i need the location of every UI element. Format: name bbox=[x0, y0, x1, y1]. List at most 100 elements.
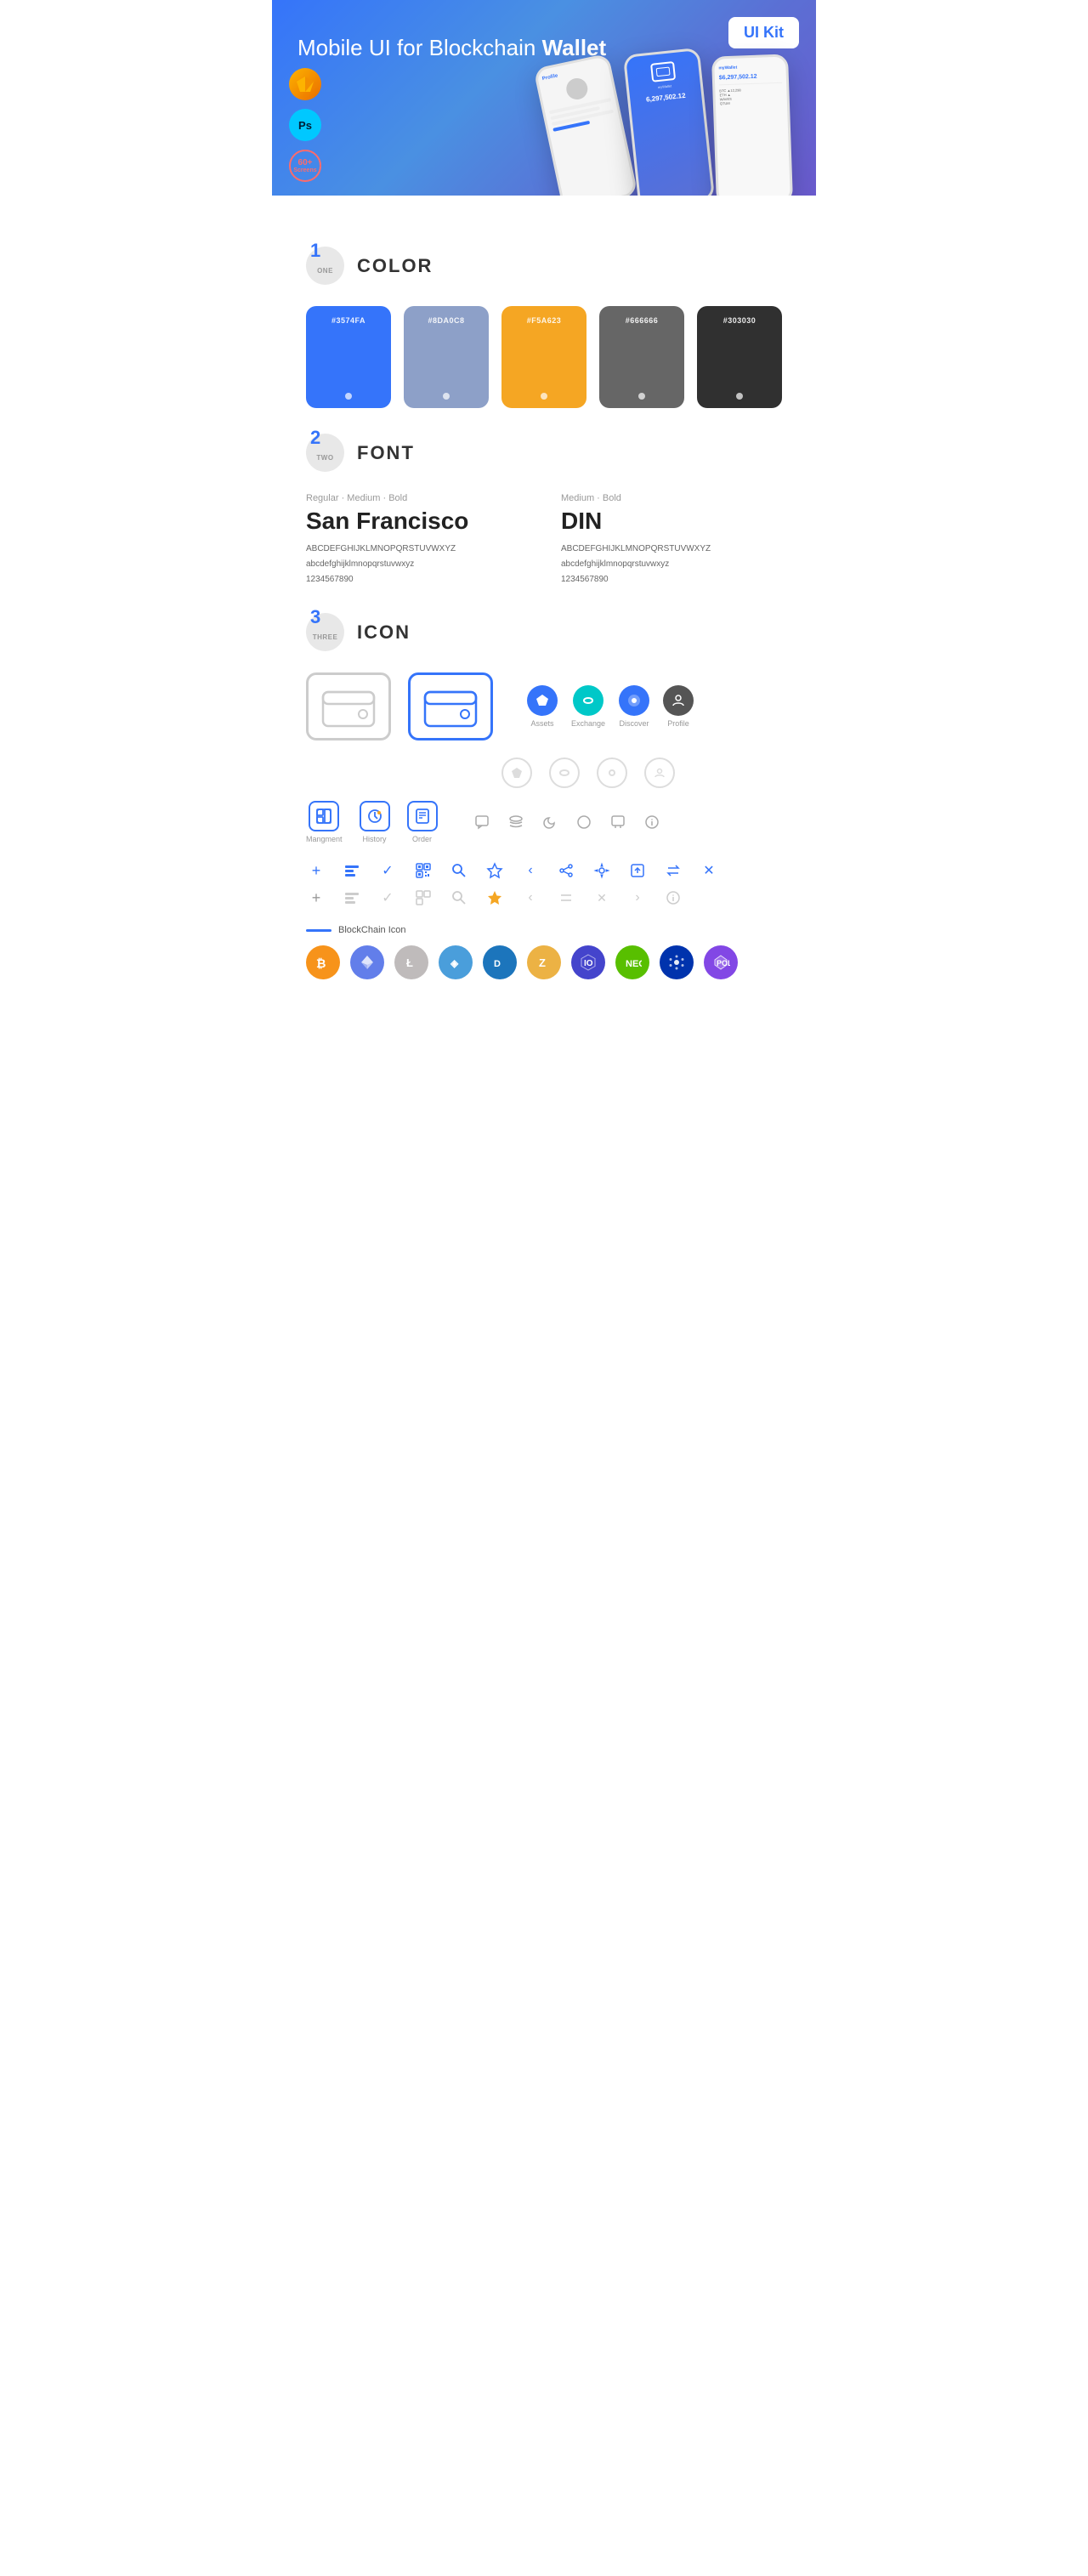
blockchain-label-text: BlockChain Icon bbox=[338, 925, 406, 935]
svg-text:₿: ₿ bbox=[316, 956, 326, 970]
phone-mockup-right: myWallet $6,297,502.12 BTC ▲12,298 ETH ▲… bbox=[711, 54, 793, 196]
order-icon bbox=[407, 801, 438, 831]
swap-icon bbox=[663, 860, 683, 881]
check-icon: ✓ bbox=[377, 860, 398, 881]
discover-label: Discover bbox=[620, 719, 649, 728]
dash-icon: D bbox=[483, 945, 517, 979]
blockchain-line-decoration bbox=[306, 929, 332, 932]
chat-icon bbox=[472, 812, 492, 832]
din-name: DIN bbox=[561, 508, 782, 535]
search-icon bbox=[449, 860, 469, 881]
assets-icon-group: Assets bbox=[527, 685, 558, 728]
main-content: 1 ONE COLOR #3574FA #8DA0C8 #F5A623 #666… bbox=[272, 196, 816, 1005]
ada-icon bbox=[660, 945, 694, 979]
section-1-number: 1 bbox=[310, 240, 320, 262]
color-swatch-steel: #8DA0C8 bbox=[404, 306, 489, 408]
tool-icons-row-2: + ✓ ‹ bbox=[306, 888, 782, 908]
color-swatch-dark: #303030 bbox=[697, 306, 782, 408]
bottom-nav-icons-row: Mangment History Order bbox=[306, 801, 782, 843]
exchange-icon bbox=[573, 685, 604, 716]
discover-icon bbox=[619, 685, 649, 716]
photoshop-icon: Ps bbox=[289, 109, 321, 141]
sf-chars: ABCDEFGHIJKLMNOPQRSTUVWXYZ abcdefghijklm… bbox=[306, 542, 527, 587]
ghost-nav-icons-row bbox=[502, 757, 782, 788]
svg-text:D: D bbox=[494, 959, 501, 969]
layers-icon bbox=[506, 812, 526, 832]
iota-icon: IO bbox=[571, 945, 605, 979]
profile-icon bbox=[663, 685, 694, 716]
section-2-circle: 2 TWO bbox=[306, 434, 344, 472]
moon-icon bbox=[540, 812, 560, 832]
hero-title-text: Mobile UI for Blockchain bbox=[298, 35, 542, 60]
blockchain-section: BlockChain Icon ₿ Ł bbox=[306, 925, 782, 979]
star-filled-icon bbox=[484, 888, 505, 908]
info-ghost-icon bbox=[663, 888, 683, 908]
din-chars: ABCDEFGHIJKLMNOPQRSTUVWXYZ abcdefghijklm… bbox=[561, 542, 782, 587]
ltc-icon: Ł bbox=[394, 945, 428, 979]
eth-icon bbox=[350, 945, 384, 979]
plus-icon: + bbox=[306, 860, 326, 881]
hero-section: Mobile UI for Blockchain Wallet UI Kit P… bbox=[272, 0, 816, 196]
close-icon: ✕ bbox=[699, 860, 719, 881]
discover-icon-group: Discover bbox=[619, 685, 649, 728]
section-2-title: FONT bbox=[357, 442, 415, 464]
order-icon-group: Order bbox=[407, 801, 438, 843]
font-sf: Regular · Medium · Bold San Francisco AB… bbox=[306, 493, 527, 587]
section-3-circle: 3 THREE bbox=[306, 613, 344, 651]
ghost-assets-icon bbox=[502, 757, 532, 788]
misc-icons-group bbox=[472, 812, 662, 832]
section-1-text: ONE bbox=[317, 267, 333, 275]
section-1-title: COLOR bbox=[357, 255, 433, 277]
section-2-number: 2 bbox=[310, 427, 320, 449]
svg-text:Z: Z bbox=[539, 956, 546, 969]
sketch-icon bbox=[289, 68, 321, 100]
ghost-discover-icon bbox=[597, 757, 627, 788]
color-swatch-blue: #3574FA bbox=[306, 306, 391, 408]
din-uppercase: ABCDEFGHIJKLMNOPQRSTUVWXYZ bbox=[561, 542, 782, 557]
crypto-icons-row: ₿ Ł ◈ bbox=[306, 945, 782, 979]
chevron-ghost-icon: ‹ bbox=[520, 888, 541, 908]
arrows-ghost-icon bbox=[556, 888, 576, 908]
sf-name: San Francisco bbox=[306, 508, 527, 535]
din-numbers: 1234567890 bbox=[561, 572, 782, 587]
din-lowercase: abcdefghijklmnopqrstuvwxyz bbox=[561, 557, 782, 572]
management-icon-group: Mangment bbox=[306, 801, 343, 843]
svg-text:NEO: NEO bbox=[626, 959, 642, 969]
phone-mockup-left: Profile bbox=[533, 54, 638, 196]
wallet-icons-row: Assets Exchange Discover bbox=[306, 672, 782, 740]
profile-label: Profile bbox=[667, 719, 689, 728]
ghost-profile-icon bbox=[644, 757, 675, 788]
matic-icon: POL bbox=[704, 945, 738, 979]
arrow-right-ghost-icon: › bbox=[627, 888, 648, 908]
svg-text:Ł: Ł bbox=[406, 956, 413, 969]
color-swatch-orange: #F5A623 bbox=[502, 306, 586, 408]
sf-uppercase: ABCDEFGHIJKLMNOPQRSTUVWXYZ bbox=[306, 542, 527, 557]
ghost-exchange-icon bbox=[549, 757, 580, 788]
sf-numbers: 1234567890 bbox=[306, 572, 527, 587]
list-detail-icon bbox=[342, 860, 362, 881]
check-ghost-icon: ✓ bbox=[377, 888, 398, 908]
share-icon bbox=[556, 860, 576, 881]
profile-icon-group: Profile bbox=[663, 685, 694, 728]
order-label: Order bbox=[412, 835, 432, 843]
color-swatches-container: #3574FA #8DA0C8 #F5A623 #666666 #303030 bbox=[306, 306, 782, 408]
phone-mockup-center: myWallet 6,297,502.12 bbox=[623, 48, 715, 196]
font-section-header: 2 TWO FONT bbox=[306, 434, 782, 472]
list-ghost-icon bbox=[342, 888, 362, 908]
din-meta: Medium · Bold bbox=[561, 493, 782, 503]
info-icon bbox=[642, 812, 662, 832]
history-icon-group: History bbox=[360, 801, 390, 843]
qr-icon bbox=[413, 860, 434, 881]
exchange-icon-group: Exchange bbox=[571, 685, 605, 728]
section-1-circle: 1 ONE bbox=[306, 247, 344, 285]
settings-icon bbox=[592, 860, 612, 881]
section-3-number: 3 bbox=[310, 606, 320, 628]
section-3-title: ICON bbox=[357, 621, 411, 644]
history-label: History bbox=[363, 835, 387, 843]
circle-icon bbox=[574, 812, 594, 832]
assets-label: Assets bbox=[530, 719, 553, 728]
section-2-text: TWO bbox=[316, 454, 333, 462]
btc-icon: ₿ bbox=[306, 945, 340, 979]
section-3-text: THREE bbox=[313, 633, 338, 641]
history-icon bbox=[360, 801, 390, 831]
